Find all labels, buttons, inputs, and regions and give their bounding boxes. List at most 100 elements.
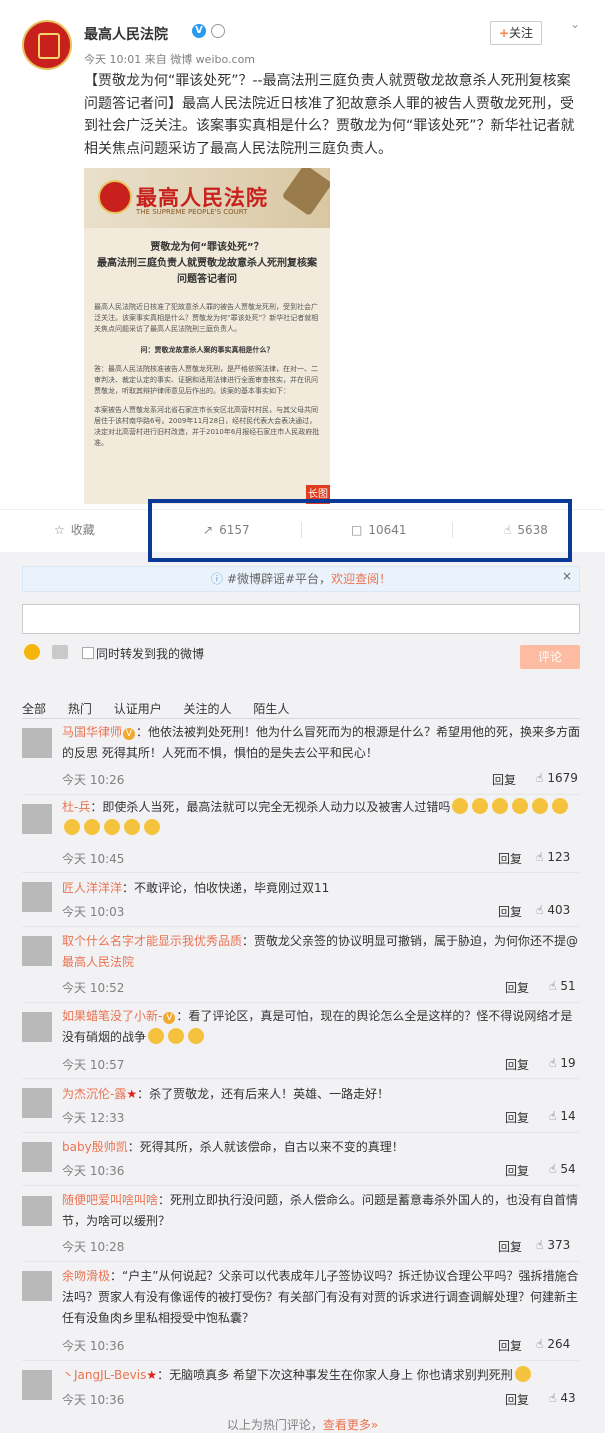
commenter-name[interactable]: baby殷帅凯: [62, 1140, 128, 1154]
plus-icon: +: [498, 26, 510, 40]
thumbs-up-icon: ☝: [549, 1056, 557, 1070]
reply-button[interactable]: 回复: [492, 771, 516, 788]
author-avatar[interactable]: [22, 20, 72, 70]
reply-button[interactable]: 回复: [498, 1337, 522, 1354]
comment-like-button[interactable]: ☝ 19: [549, 1056, 576, 1070]
chevron-down-icon[interactable]: ⌄: [567, 17, 583, 33]
commenter-name[interactable]: 杜-兵: [62, 800, 90, 814]
follow-button[interactable]: +关注: [490, 21, 542, 45]
thumbs-up-icon: ☝: [536, 1337, 544, 1351]
footer-text: 以上为热门评论，: [226, 1418, 323, 1432]
rumor-text: #微博辟谣#平台，: [226, 572, 332, 586]
comment-like-button[interactable]: ☝ 14: [549, 1109, 576, 1123]
reply-button[interactable]: 回复: [498, 903, 522, 920]
divider: [22, 794, 580, 795]
reply-button[interactable]: 回复: [505, 1162, 529, 1179]
weibo-post: 最高人民法院 V 今天 10:01 来自 微博 weibo.com +关注 ⌄ …: [0, 0, 605, 550]
like-count: 14: [560, 1109, 576, 1123]
comment-like-button[interactable]: ☝ 43: [549, 1391, 576, 1405]
commenter-name[interactable]: 马国华律师: [62, 725, 122, 739]
avatar[interactable]: [22, 728, 52, 758]
emoji-icon: [514, 1366, 531, 1382]
tab-verified[interactable]: 认证用户: [114, 702, 162, 716]
tab-following[interactable]: 关注的人: [184, 702, 232, 716]
thumbs-up-icon: ☝: [549, 1109, 557, 1123]
like-count: 264: [547, 1337, 571, 1351]
mention-link[interactable]: 最高人民法院: [62, 955, 134, 969]
avatar[interactable]: [22, 1271, 52, 1301]
star-icon: ★: [126, 1087, 138, 1101]
commenter-name[interactable]: 随便吧爱叫啥叫啥: [62, 1193, 158, 1207]
like-count: 54: [560, 1162, 576, 1176]
commenter-name[interactable]: 为杰沉伦-露: [62, 1087, 126, 1101]
avatar[interactable]: [22, 804, 52, 834]
tab-strangers[interactable]: 陌生人: [253, 702, 289, 716]
verified-icon: V: [163, 1012, 176, 1024]
medal-icon[interactable]: [211, 24, 225, 38]
commenter-name[interactable]: 丶JangJL-Bevis: [62, 1368, 146, 1382]
avatar[interactable]: [22, 1370, 52, 1400]
tab-hot[interactable]: 热门: [68, 702, 92, 716]
thumbs-up-icon: ☝: [536, 771, 544, 785]
poster-question: 问：贾敬龙故意杀人案的事实真相是什么？: [140, 346, 274, 354]
thumbs-up-icon: ☝: [549, 979, 557, 993]
comment-time: 今天 10:57: [62, 1058, 125, 1072]
avatar[interactable]: [22, 936, 52, 966]
tab-all[interactable]: 全部: [22, 702, 46, 716]
reply-button[interactable]: 回复: [505, 1056, 529, 1073]
comment-body: ：即使杀人当死，最高法就可以完全无视杀人动力以及被害人过错吗: [90, 800, 451, 814]
post-image[interactable]: 最高人民法院 THE SUPREME PEOPLE'S COURT 贾敬龙为何“…: [84, 168, 330, 504]
submit-comment-button[interactable]: 评论: [520, 645, 580, 669]
verified-icon: V: [192, 24, 206, 38]
emoji-icon: [84, 819, 100, 835]
comment-time: 今天 10:36: [62, 1393, 125, 1407]
verified-icon: V: [123, 728, 136, 740]
author-name[interactable]: 最高人民法院: [84, 24, 168, 44]
emoji-icon: [144, 819, 160, 835]
rumor-notice: ⓘ #微博辟谣#平台，欢迎查阅！: [22, 566, 580, 592]
post-content: 【贾敬龙为何“罪该处死”？--最高法刑三庭负责人就贾敬龙故意杀人死刑复核案问题答…: [84, 73, 575, 157]
divider: [22, 1360, 580, 1361]
reply-button[interactable]: 回复: [505, 1391, 529, 1408]
avatar[interactable]: [22, 1088, 52, 1118]
close-icon[interactable]: ×: [562, 569, 572, 583]
comment-like-button[interactable]: ☝ 123: [536, 850, 570, 864]
emoji-icon: [492, 798, 509, 814]
avatar[interactable]: [22, 882, 52, 912]
commenter-name[interactable]: 匠人洋洋洋: [62, 881, 122, 895]
reply-button[interactable]: 回复: [498, 850, 522, 867]
emoji-icon[interactable]: [24, 644, 40, 660]
commenter-name[interactable]: 取个什么名字才能显示我优秀品质: [62, 934, 242, 948]
star-icon: ★: [146, 1368, 158, 1382]
comment-text: 丶JangJL-Bevis★：无脑喷真多 希望下次这种事发生在你家人身上 你也请…: [62, 1365, 582, 1386]
like-count: 19: [560, 1056, 576, 1070]
comment-like-button[interactable]: ☝ 403: [536, 903, 570, 917]
reply-button[interactable]: 回复: [498, 1238, 522, 1255]
comment-like-button[interactable]: ☝ 373: [536, 1238, 570, 1252]
comment-text: 如果蜡笔没了小新- V ：看了评论区，真是可怕，现在的舆论怎么全是这样的？怪不得说网…: [62, 1006, 582, 1048]
comment-like-button[interactable]: ☝ 264: [536, 1337, 570, 1351]
commenter-name[interactable]: 如果蜡笔没了小新-: [62, 1009, 162, 1023]
commenter-name[interactable]: 余吻滑极: [62, 1269, 110, 1283]
image-icon[interactable]: [52, 645, 68, 659]
comment-text: 为杰沉伦-露★：杀了贾敬龙，还有后来人！英雄、一路走好！: [62, 1084, 582, 1105]
repost-checkbox[interactable]: [82, 647, 94, 659]
comment-time: 今天 10:52: [62, 981, 125, 995]
reply-button[interactable]: 回复: [505, 979, 529, 996]
comment-input[interactable]: [22, 604, 580, 634]
avatar[interactable]: [22, 1012, 52, 1042]
avatar[interactable]: [22, 1196, 52, 1226]
poster-body: 最高人民法院近日核准了犯故意杀人罪的被告人贾敬龙死刑，受到社会广泛关注。该案事实…: [94, 302, 320, 449]
thumbs-up-icon: ☝: [536, 850, 544, 864]
divider: [22, 1185, 580, 1186]
rumor-link[interactable]: 欢迎查阅！: [331, 572, 391, 586]
avatar[interactable]: [22, 1142, 52, 1172]
comment-like-button[interactable]: ☝ 51: [549, 979, 576, 993]
comment-like-button[interactable]: ☝ 1679: [536, 771, 578, 785]
emoji-icon: [552, 798, 569, 814]
comment-like-button[interactable]: ☝ 54: [549, 1162, 576, 1176]
view-more-link[interactable]: 查看更多»: [323, 1418, 378, 1432]
reply-button[interactable]: 回复: [505, 1109, 529, 1126]
favorite-button[interactable]: ☆ 收藏: [54, 510, 95, 550]
like-count: 1679: [547, 771, 578, 785]
